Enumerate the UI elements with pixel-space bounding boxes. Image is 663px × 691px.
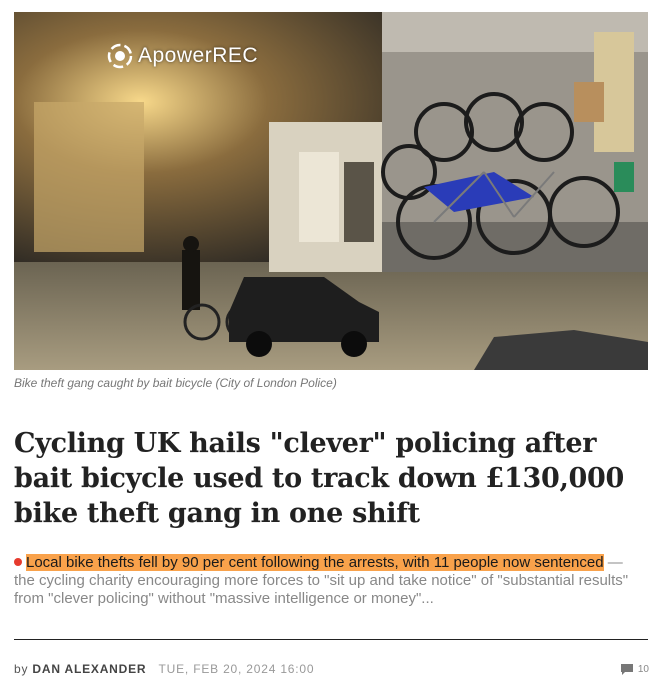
divider: [14, 639, 648, 640]
comment-icon: [620, 664, 633, 675]
publish-date: TUE, FEB 20, 2024 16:00: [158, 662, 315, 676]
record-icon: [107, 43, 133, 69]
watermark-text: ApowerREC: [138, 44, 259, 67]
inset-photo: [381, 12, 648, 272]
article-headline[interactable]: Cycling UK hails "clever" policing after…: [14, 426, 644, 531]
summary-highlight: Local bike thefts fell by 90 per cent fo…: [26, 554, 604, 571]
comment-count: 10: [637, 664, 649, 675]
article-summary: Local bike thefts fell by 90 per cent fo…: [14, 554, 644, 608]
image-caption: Bike theft gang caught by bait bicycle (…: [14, 376, 337, 390]
byline-prefix: by: [14, 662, 29, 676]
hero-image[interactable]: ApowerREC: [14, 12, 648, 370]
author-link[interactable]: DAN ALEXANDER: [32, 662, 146, 676]
live-dot-icon: [14, 558, 22, 566]
comments-link[interactable]: 10: [620, 663, 649, 676]
byline: by DAN ALEXANDER TUE, FEB 20, 2024 16:00: [14, 662, 314, 676]
apowerrec-watermark: ApowerREC: [106, 42, 258, 70]
